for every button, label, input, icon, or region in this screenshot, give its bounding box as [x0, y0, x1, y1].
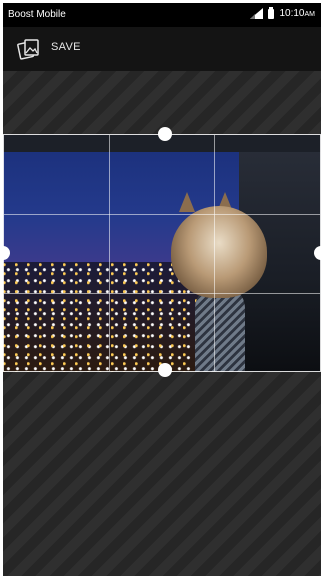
crop-handle-bottom[interactable] — [158, 363, 172, 377]
status-icons: 10:10AM — [250, 6, 315, 19]
clock-suffix: AM — [304, 11, 316, 18]
crop-handle-right[interactable] — [314, 246, 324, 260]
clock: 10:10AM — [279, 8, 315, 19]
clock-time: 10:10 — [279, 8, 305, 19]
crop-handle-top[interactable] — [158, 127, 172, 141]
carrier-label: Boost Mobile — [8, 9, 66, 20]
app-bar: SAVE — [3, 27, 321, 71]
battery-icon — [268, 6, 275, 19]
signal-icon — [250, 8, 264, 19]
gallery-icon[interactable] — [17, 37, 41, 61]
crop-grid-line — [109, 135, 110, 371]
crop-grid-line — [4, 293, 320, 294]
status-bar: Boost Mobile 10:10AM — [3, 3, 321, 27]
crop-grid-line — [4, 214, 320, 215]
crop-frame[interactable] — [0, 127, 324, 377]
save-button[interactable]: SAVE — [51, 41, 81, 53]
crop-handle-left[interactable] — [0, 246, 10, 260]
crop-grid-line — [214, 135, 215, 371]
